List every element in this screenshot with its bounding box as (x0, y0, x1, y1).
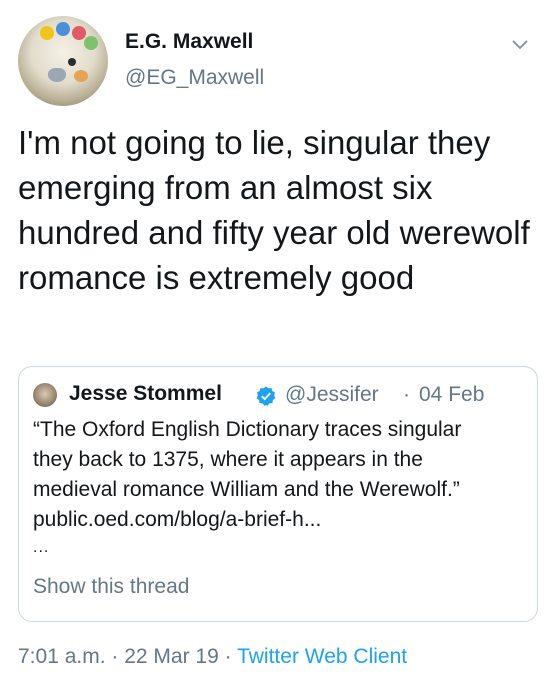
show-thread-link[interactable]: Show this thread (33, 575, 189, 599)
quoted-tweet-card[interactable]: Jesse Stommel @Jessifer · 04 Feb “The Ox… (18, 366, 538, 622)
quoted-ellipsis: ... (33, 539, 50, 556)
quoted-text-line: “The Oxford English Dictionary traces si… (33, 418, 462, 441)
verified-badge-icon (256, 386, 276, 406)
quoted-avatar (33, 383, 57, 407)
author-handle[interactable]: @EG_Maxwell (125, 66, 264, 90)
quoted-tweet-text: “The Oxford English Dictionary traces si… (33, 415, 525, 535)
avatar-beak (48, 68, 66, 82)
flower-crown-decoration (56, 22, 70, 36)
chevron-down-icon[interactable] (508, 32, 532, 56)
client-link[interactable]: Twitter Web Client (237, 645, 407, 668)
avatar[interactable] (18, 16, 108, 106)
quoted-display-name: Jesse Stommel (69, 382, 222, 405)
tweet-header: E.G. Maxwell @EG_Maxwell (18, 16, 540, 106)
quoted-tweet-header: Jesse Stommel @Jessifer · 04 Feb (33, 381, 533, 409)
quoted-text-line: they back to 1375, where it appears in t… (33, 448, 423, 471)
flower-crown-decoration (84, 36, 98, 50)
flower-crown-decoration (40, 26, 54, 40)
avatar-cheek (74, 70, 88, 82)
quoted-handle: @Jessifer (285, 383, 379, 406)
quoted-separator: · (403, 383, 410, 406)
quoted-text-line: medieval romance William and the Werewol… (33, 478, 460, 501)
quoted-link[interactable]: public.oed.com/blog/a-brief-h... (33, 505, 525, 535)
quoted-date: 04 Feb (419, 383, 485, 406)
author-display-name[interactable]: E.G. Maxwell (125, 30, 253, 54)
footer-separator: · (105, 645, 125, 668)
tweet-footer: 7:01 a.m. · 22 Mar 19 · Twitter Web Clie… (18, 645, 407, 669)
tweet-time[interactable]: 7:01 a.m. (18, 645, 106, 668)
footer-separator: · (218, 645, 238, 668)
tweet-text: I'm not going to lie, singular they emer… (18, 124, 530, 296)
flower-crown-decoration (72, 26, 86, 40)
tweet-date[interactable]: 22 Mar 19 (124, 645, 219, 668)
avatar-eye (68, 58, 76, 66)
